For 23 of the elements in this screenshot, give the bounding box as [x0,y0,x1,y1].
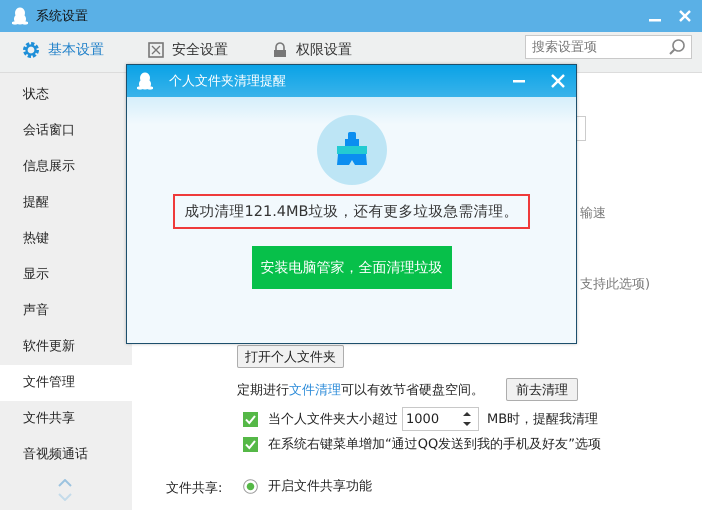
sidebar-item[interactable]: 文件共享 [0,401,132,437]
setting-label: 支持此选项) [580,276,650,293]
search-field[interactable]: 搜索设置项 [525,35,692,59]
cleanup-button[interactable]: 前去清理 [506,378,578,401]
tab[interactable]: 基本设置 [22,41,104,59]
number-field[interactable]: 1000 [402,407,479,431]
option-label: 当个人文件夹大小超过 [268,411,398,428]
cleanup-text: 定期进行文件清理可以有效节省硬盘空间。 [237,382,484,398]
window-title: 系统设置 [36,8,88,25]
dialog-title: 个人文件夹清理提醒 [169,73,286,90]
setting-label: 输速 [580,205,606,222]
section-label: 文件共享: [166,480,224,497]
result-message: 成功清理121.4MB垃圾，还有更多垃圾急需清理。 [172,194,530,229]
option-label: MB时，提醒我清理 [487,411,598,428]
sidebar-item[interactable]: 文件管理 [0,365,132,401]
tab[interactable]: 权限设置 [272,41,352,59]
option-label: 在系统右键菜单增加“通过QQ发送到我的手机及好友”选项 [268,436,601,453]
cleanup-link[interactable]: 文件清理 [289,382,341,398]
sidebar-item[interactable]: 音视频通话 [0,437,132,473]
tab[interactable]: 安全设置 [148,41,228,59]
option-label: 开启文件共享功能 [268,478,372,495]
sidebar-item[interactable]: 软件更新 [0,329,132,365]
open-folder-button[interactable]: 打开个人文件夹 [237,345,344,368]
